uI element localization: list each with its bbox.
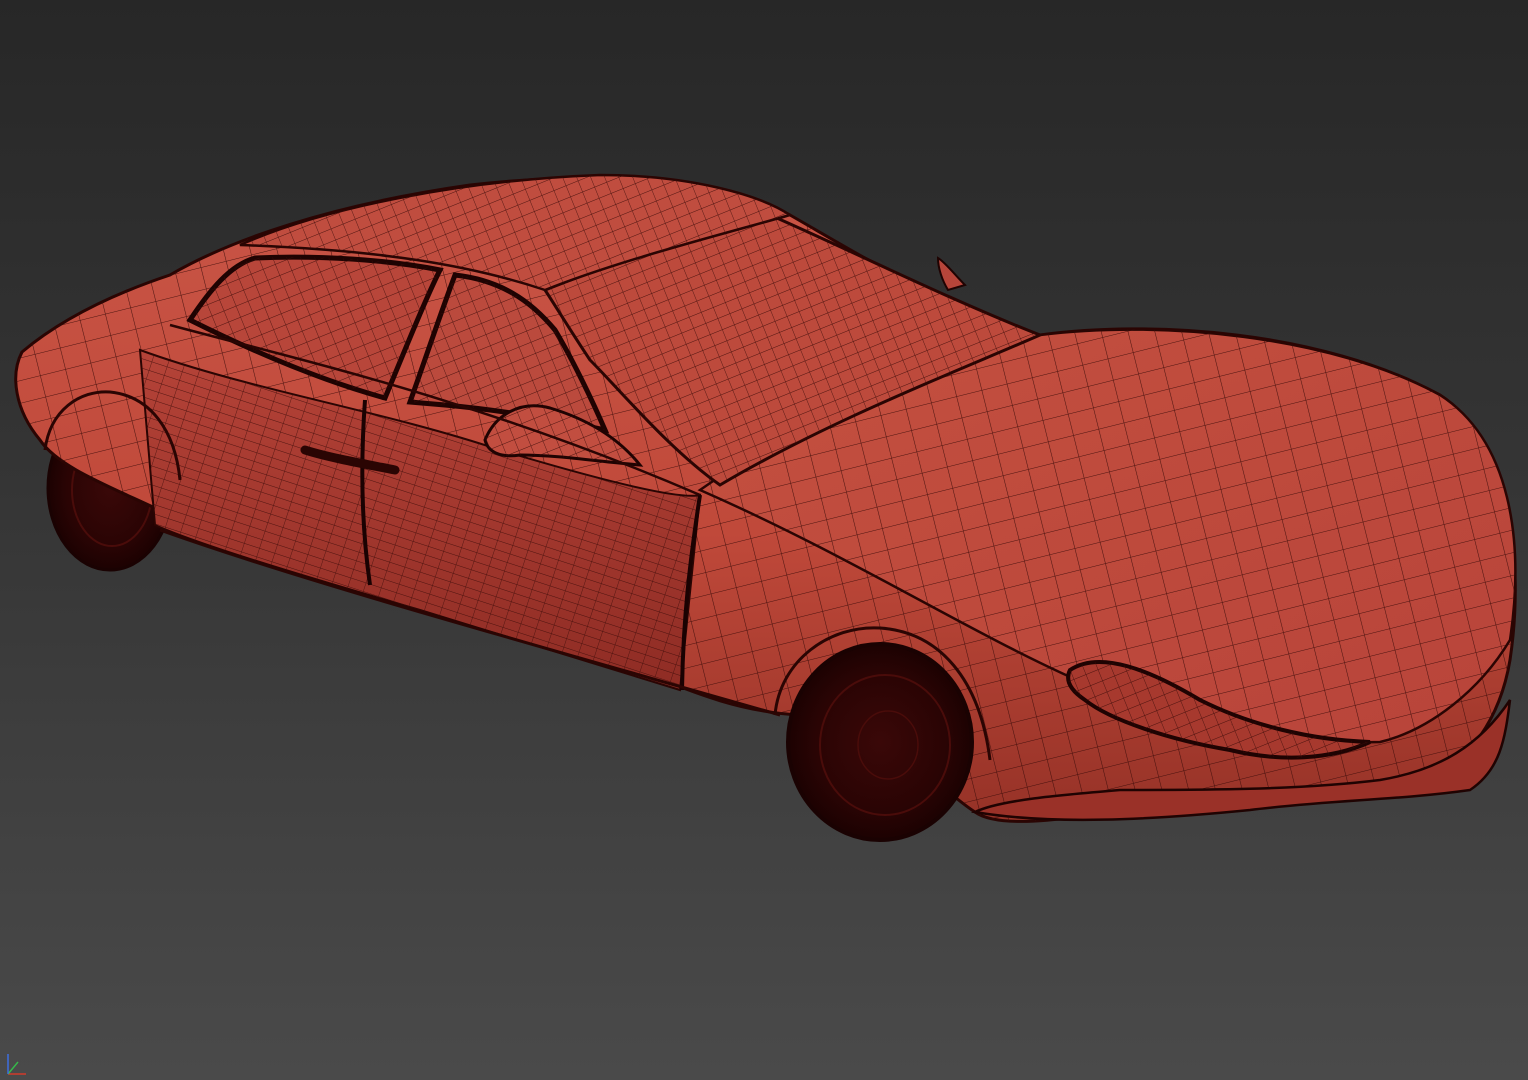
y-axis-line [7,1061,19,1075]
car-wireframe-render[interactable] [0,0,1528,1080]
mirror-far-side [936,256,967,292]
axis-gizmo [0,1040,40,1080]
3d-viewport[interactable] [0,0,1528,1080]
front-wheel [786,642,974,842]
